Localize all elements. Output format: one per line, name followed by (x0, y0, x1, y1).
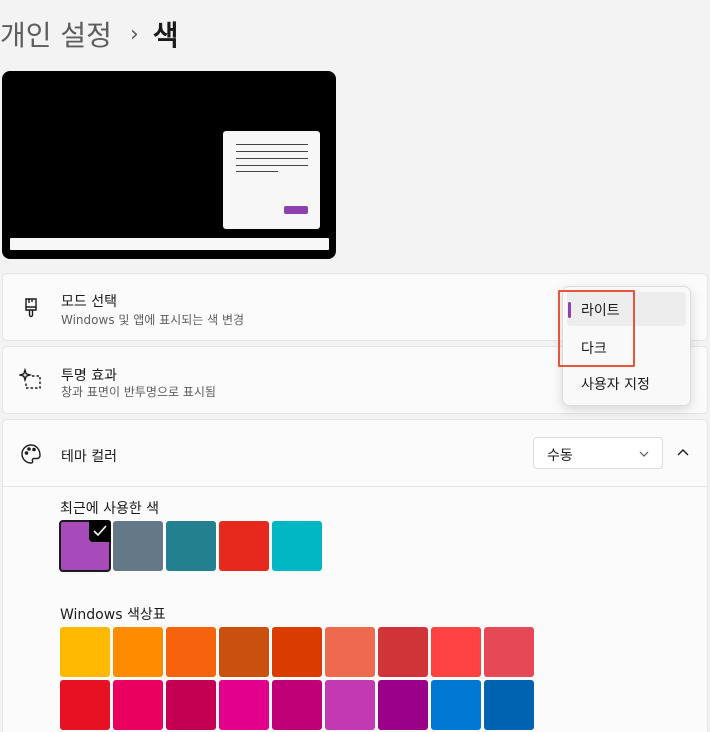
preview-accent-button (284, 206, 308, 214)
palette-color-swatch[interactable] (60, 680, 110, 730)
mode-title: 모드 선택 (61, 294, 117, 310)
mode-option-label: 사용자 지정 (581, 377, 650, 393)
annotation-highlight-box (558, 290, 635, 367)
paintbrush-icon (25, 298, 37, 318)
recent-color-swatch[interactable] (59, 520, 111, 572)
recent-color-swatch[interactable] (272, 521, 322, 571)
palette-color-swatch[interactable] (325, 680, 375, 730)
sparkle-selection-icon (19, 368, 41, 389)
palette-color-swatch[interactable] (378, 627, 428, 677)
palette-color-swatch[interactable] (431, 627, 481, 677)
palette-color-swatch[interactable] (431, 680, 481, 730)
palette-color-swatch[interactable] (272, 680, 322, 730)
palette-color-swatch[interactable] (219, 680, 269, 730)
section-divider (2, 486, 708, 487)
transparency-description: 창과 표면이 반투명으로 표시됨 (61, 385, 216, 399)
breadcrumb-parent[interactable]: 개인 설정 (0, 14, 112, 54)
chevron-down-icon (639, 451, 649, 457)
breadcrumb: 개인 설정 › 색 (0, 14, 179, 54)
palette-color-swatch[interactable] (378, 680, 428, 730)
chevron-up-icon[interactable] (676, 446, 690, 458)
transparency-title: 투명 효과 (61, 368, 117, 384)
palette-color-swatch[interactable] (272, 627, 322, 677)
recent-colors-label: 최근에 사용한 색 (60, 501, 160, 517)
palette-color-swatch[interactable] (166, 627, 216, 677)
mode-description: Windows 및 앱에 표시되는 색 변경 (61, 313, 245, 327)
preview-taskbar (10, 238, 329, 250)
checkmark-icon (89, 520, 111, 542)
recent-color-swatch[interactable] (219, 521, 269, 571)
palette-color-swatch[interactable] (113, 680, 163, 730)
palette-color-swatch[interactable] (166, 680, 216, 730)
palette-icon (21, 444, 41, 464)
breadcrumb-separator: › (129, 21, 139, 47)
recent-color-swatch[interactable] (113, 521, 163, 571)
palette-color-swatch[interactable] (325, 627, 375, 677)
theme-color-dropdown-value: 수동 (547, 448, 573, 464)
palette-color-swatch[interactable] (484, 680, 534, 730)
palette-color-swatch[interactable] (60, 627, 110, 677)
preview-window (223, 131, 320, 229)
palette-color-swatch[interactable] (219, 627, 269, 677)
palette-color-swatch[interactable] (484, 627, 534, 677)
theme-preview (2, 71, 336, 259)
theme-color-title: 테마 컬러 (61, 449, 117, 465)
theme-color-dropdown[interactable]: 수동 (533, 437, 663, 469)
mode-option-custom[interactable]: 사용자 지정 (567, 366, 686, 400)
recent-color-swatch[interactable] (166, 521, 216, 571)
page-title: 색 (152, 19, 179, 52)
palette-color-swatch[interactable] (113, 627, 163, 677)
windows-palette-label: Windows 색상표 (60, 607, 166, 623)
